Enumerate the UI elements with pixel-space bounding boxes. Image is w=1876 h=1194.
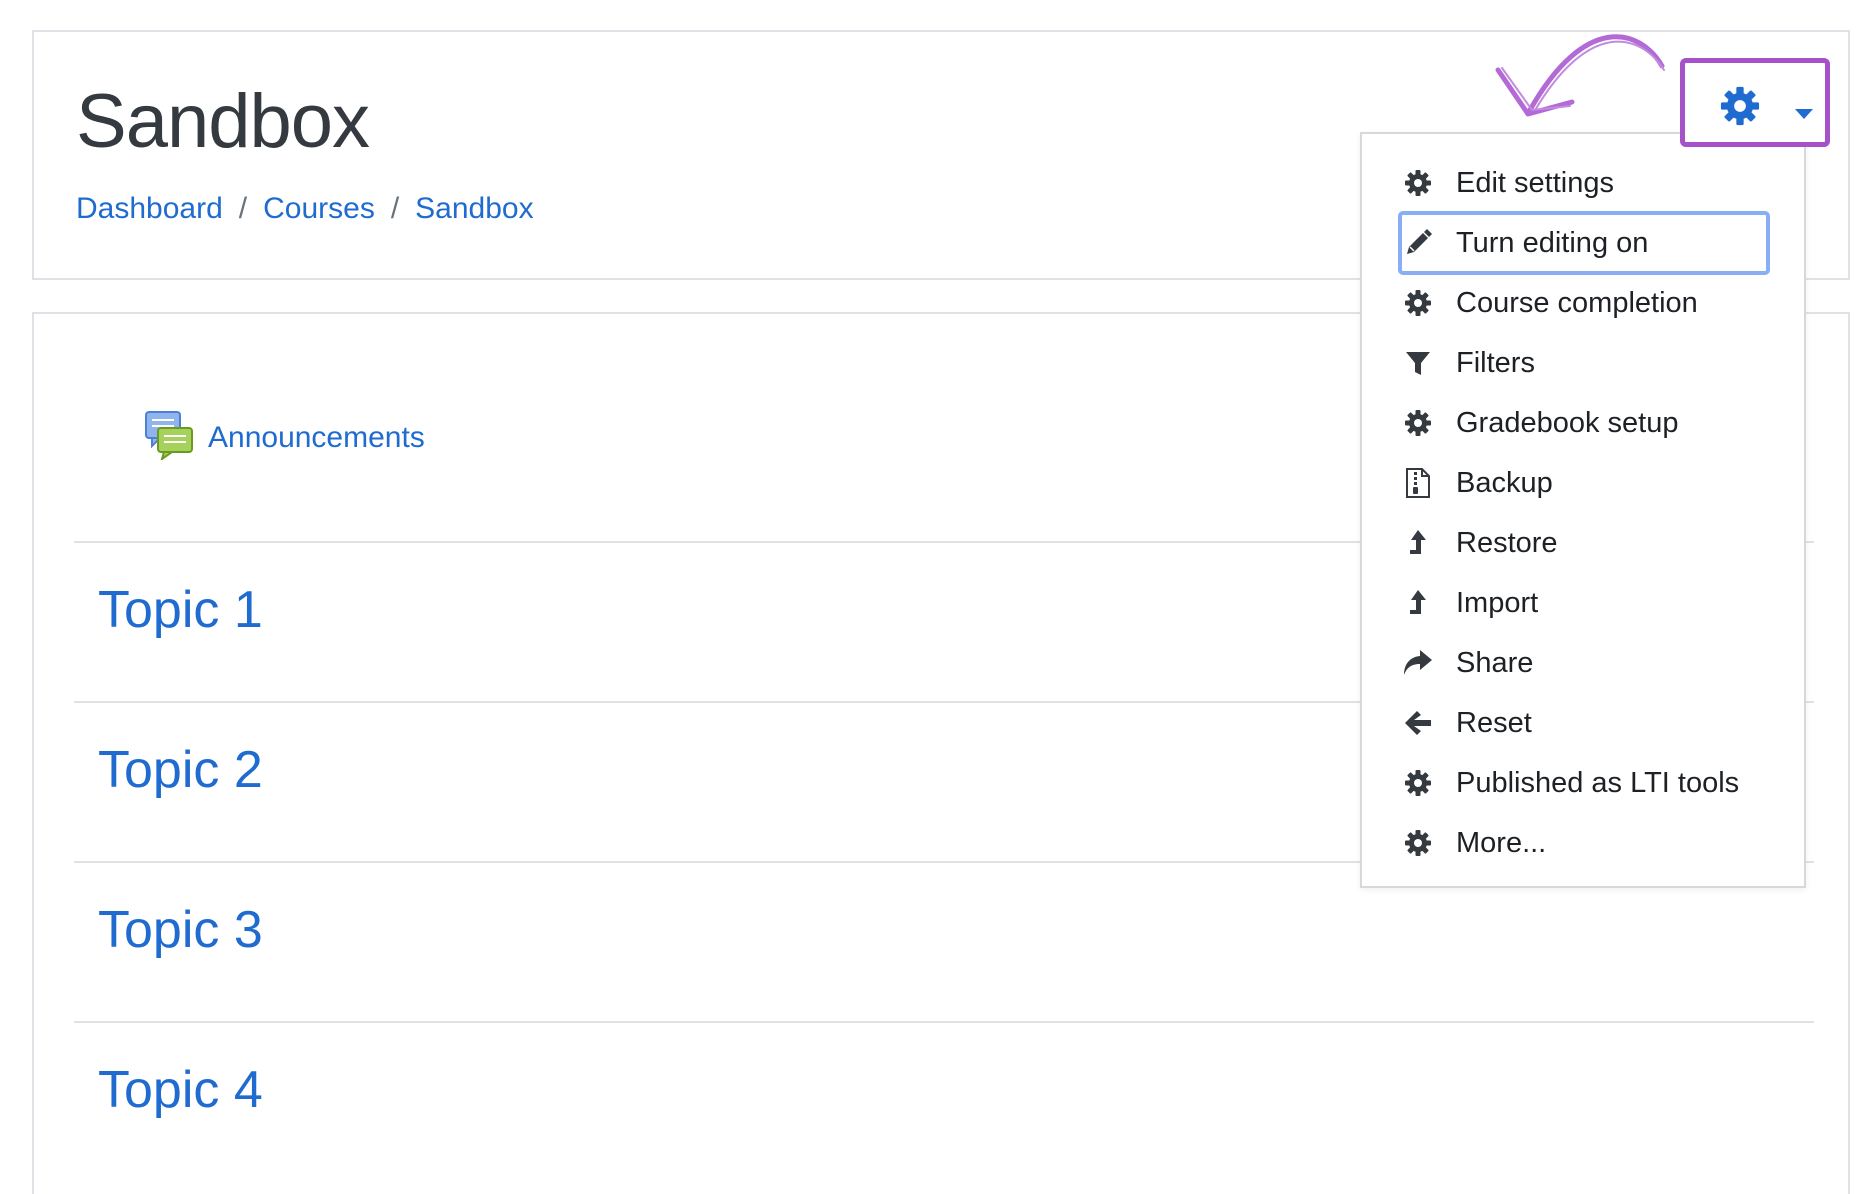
menu-item-import[interactable]: Import [1400, 573, 1768, 633]
arrow-left-icon [1400, 705, 1436, 741]
menu-item-edit-settings[interactable]: Edit settings [1400, 153, 1768, 213]
breadcrumb-sandbox[interactable]: Sandbox [415, 192, 533, 226]
course-actions-gear-button[interactable] [1680, 58, 1830, 147]
level-up-icon [1400, 525, 1436, 561]
page: Sandbox Dashboard / Courses / Sandbox An… [0, 0, 1876, 1194]
gear-icon [1400, 765, 1436, 801]
gear-icon [1718, 84, 1762, 133]
filter-icon [1400, 345, 1436, 381]
page-title: Sandbox [76, 79, 370, 164]
caret-down-icon [1795, 106, 1813, 124]
menu-item-label: Gradebook setup [1456, 406, 1679, 439]
menu-item-label: Backup [1456, 466, 1553, 499]
course-actions-menu: Edit settings Turn editing on Course com… [1360, 132, 1806, 888]
menu-item-label: Restore [1456, 526, 1558, 559]
topic-3-title[interactable]: Topic 3 [98, 900, 263, 960]
menu-item-label: Import [1456, 586, 1539, 619]
topic-4-title[interactable]: Topic 4 [98, 1060, 263, 1120]
menu-item-turn-editing-on[interactable]: Turn editing on [1398, 211, 1770, 275]
breadcrumb: Dashboard / Courses / Sandbox [76, 192, 534, 226]
menu-item-filters[interactable]: Filters [1400, 333, 1768, 393]
breadcrumb-dashboard[interactable]: Dashboard [76, 192, 223, 226]
breadcrumb-courses[interactable]: Courses [263, 192, 375, 226]
announcements-activity[interactable]: Announcements [144, 410, 425, 465]
share-icon [1400, 645, 1436, 681]
menu-item-label: Reset [1456, 706, 1532, 739]
menu-item-label: Published as LTI tools [1456, 766, 1740, 799]
menu-item-label: Share [1456, 646, 1534, 679]
menu-item-label: Filters [1456, 346, 1535, 379]
menu-item-label: Course completion [1456, 286, 1698, 319]
forum-icon [144, 410, 194, 465]
gear-icon [1400, 405, 1436, 441]
menu-item-published-as-lti-tools[interactable]: Published as LTI tools [1400, 753, 1768, 813]
pencil-icon [1400, 225, 1436, 261]
menu-item-label: Edit settings [1456, 166, 1614, 199]
menu-item-more[interactable]: More... [1400, 813, 1768, 873]
gear-icon [1400, 285, 1436, 321]
annotation-arrow-icon [1490, 18, 1680, 138]
topic-2-title[interactable]: Topic 2 [98, 740, 263, 800]
level-up-icon [1400, 585, 1436, 621]
menu-item-gradebook-setup[interactable]: Gradebook setup [1400, 393, 1768, 453]
gear-icon [1400, 165, 1436, 201]
topic-1-title[interactable]: Topic 1 [98, 580, 263, 640]
announcements-link[interactable]: Announcements [208, 421, 425, 455]
section-divider [74, 1021, 1814, 1023]
menu-item-backup[interactable]: Backup [1400, 453, 1768, 513]
menu-item-reset[interactable]: Reset [1400, 693, 1768, 753]
menu-item-label: Turn editing on [1456, 226, 1649, 259]
menu-item-label: More... [1456, 826, 1547, 859]
menu-item-share[interactable]: Share [1400, 633, 1768, 693]
menu-item-restore[interactable]: Restore [1400, 513, 1768, 573]
breadcrumb-separator: / [390, 192, 400, 225]
breadcrumb-separator: / [238, 192, 248, 225]
menu-item-course-completion[interactable]: Course completion [1400, 273, 1768, 333]
gear-icon [1400, 825, 1436, 861]
file-archive-icon [1400, 465, 1436, 501]
